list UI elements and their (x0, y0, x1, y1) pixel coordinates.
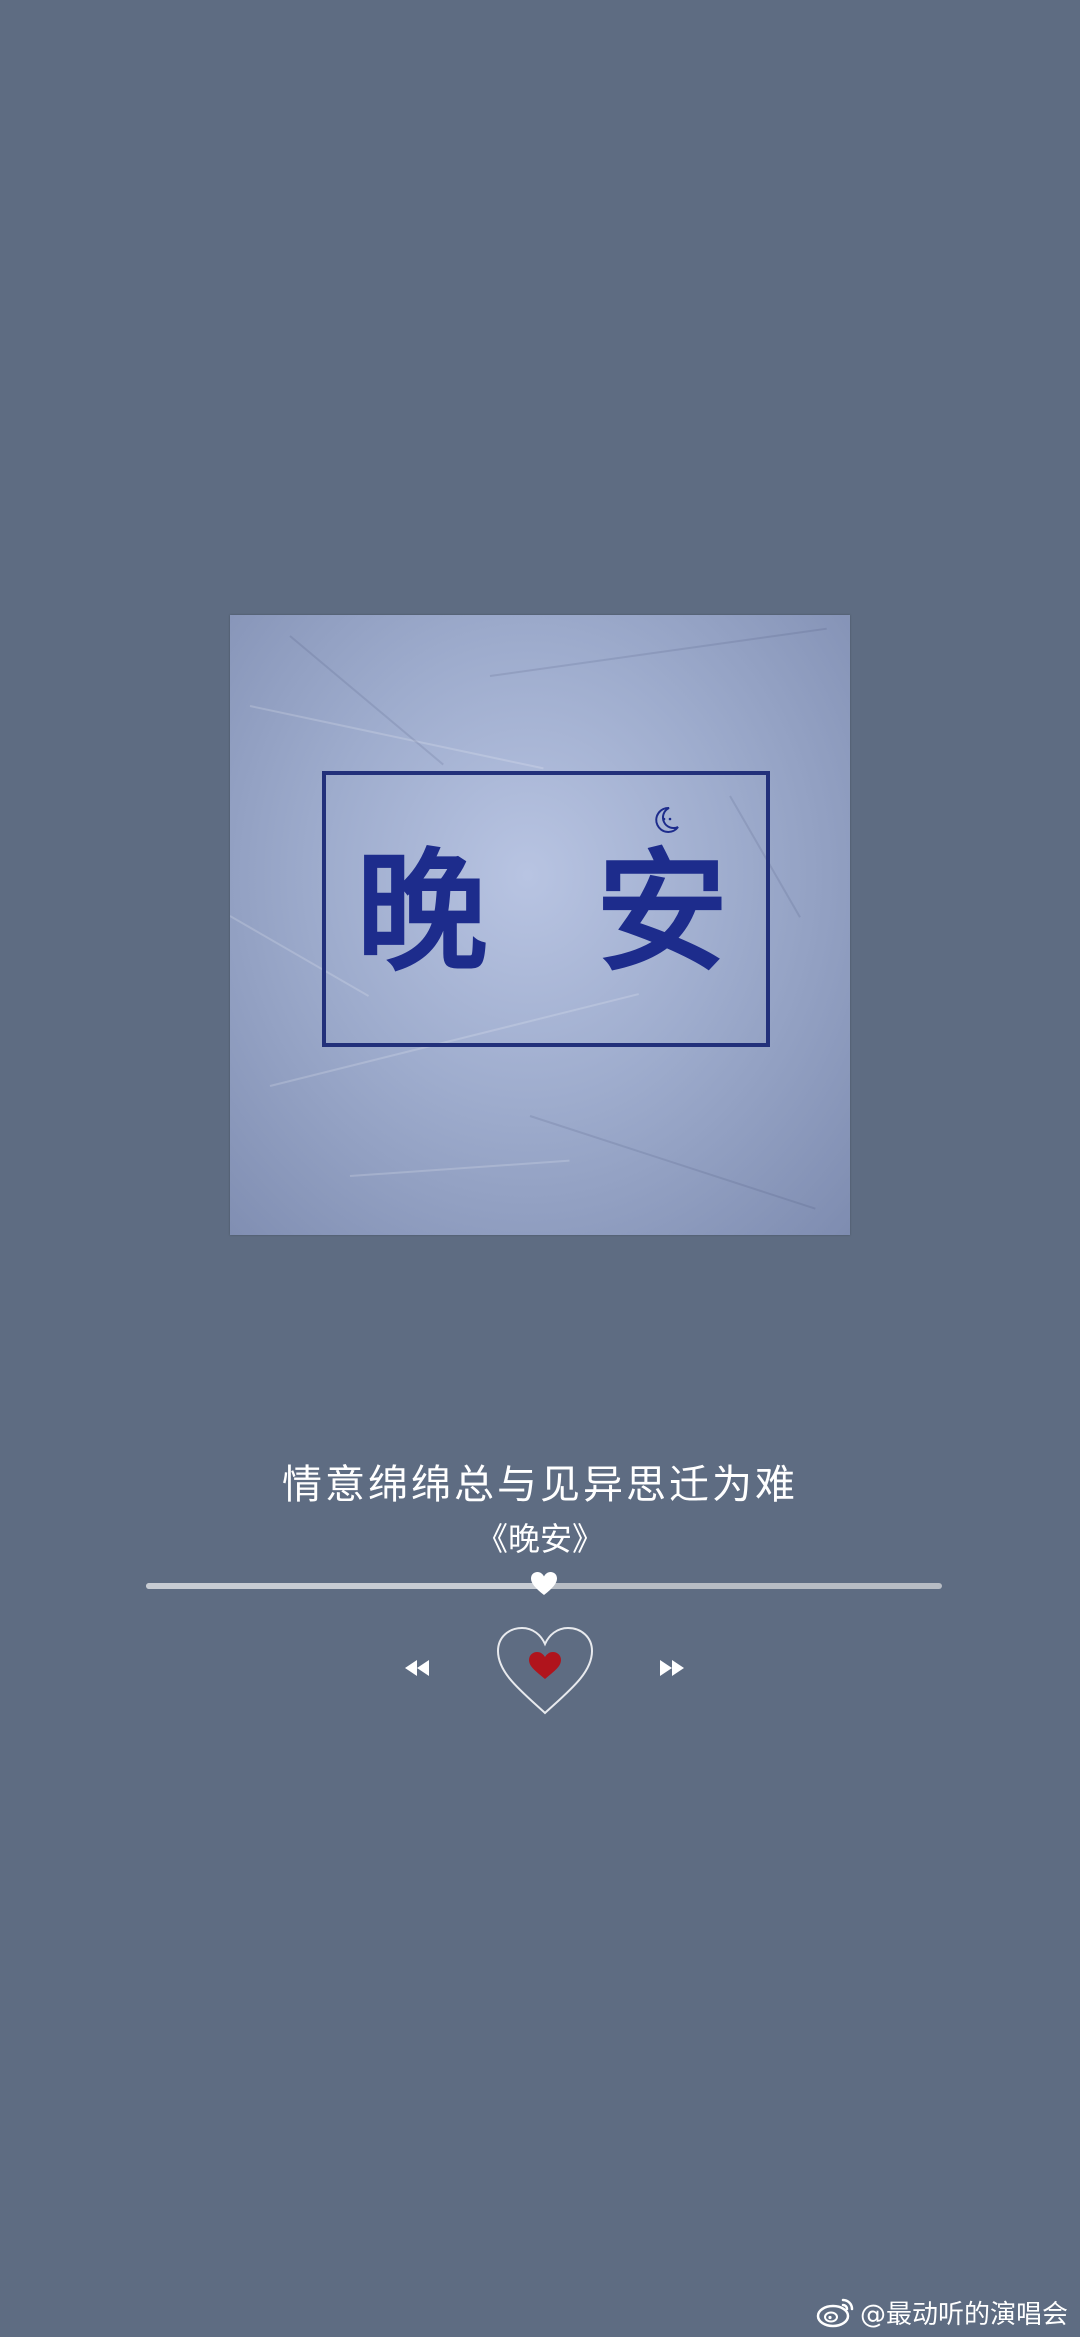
progress-bar[interactable] (146, 1572, 942, 1595)
lyric-line: 情意绵绵总与见异思迁为难 (282, 1462, 798, 1508)
watermark-text: @最动听的演唱会 (859, 2299, 1068, 2330)
weibo-icon (816, 2298, 854, 2328)
song-title: 《晚安》 (475, 1520, 604, 1558)
art-word-wan: 晚 (356, 835, 488, 990)
album-art: 晚 安 (230, 615, 850, 1235)
progress-fill (146, 1583, 544, 1589)
progress-thumb-heart-icon[interactable] (530, 1571, 558, 1597)
fast-forward-icon[interactable] (652, 1652, 692, 1684)
heart-icon[interactable] (495, 1625, 595, 1717)
moon-icon (655, 806, 679, 833)
art-word-an: 安 (596, 835, 728, 990)
art-frame: 晚 安 (322, 771, 770, 1047)
watermark: @最动听的演唱会 (816, 2292, 1068, 2332)
rewind-icon[interactable] (397, 1652, 437, 1684)
